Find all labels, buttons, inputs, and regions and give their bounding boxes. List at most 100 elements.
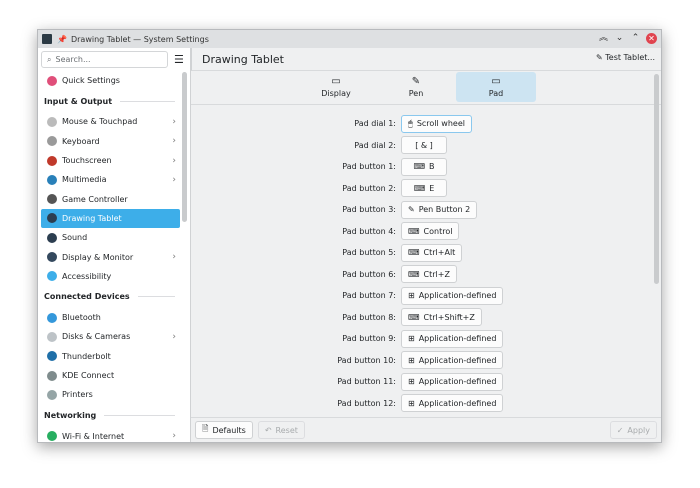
close-icon[interactable]: ✕ bbox=[646, 33, 657, 44]
mapping-button[interactable]: 🖱 Scroll wheel bbox=[401, 114, 472, 133]
mapping-button[interactable]: ⊞ Application-defined bbox=[401, 372, 504, 391]
sidebar-scrollbar[interactable] bbox=[182, 72, 187, 222]
test-tablet-button[interactable]: ✎ Test Tablet... bbox=[596, 53, 655, 62]
check-icon: ✓ bbox=[616, 425, 624, 435]
reset-button[interactable]: ↶ Reset bbox=[257, 421, 305, 439]
mapping-label: Pad button 11: bbox=[337, 377, 396, 387]
action-icon: ⊞ bbox=[408, 398, 415, 408]
mapping-button[interactable]: ⊞ Application-defined bbox=[401, 351, 504, 370]
sidebar-item-multimedia[interactable]: Multimedia › bbox=[41, 170, 180, 189]
mapping-value: Ctrl+Shift+Z bbox=[423, 312, 475, 322]
sidebar-item-sound[interactable]: Sound bbox=[41, 228, 180, 247]
sidebar-list: Quick Settings Input & Output Mouse & Touc… bbox=[38, 71, 183, 442]
defaults-button[interactable]: 🗎 Defaults bbox=[195, 421, 253, 439]
sidebar-item-label: Game Controller bbox=[62, 194, 128, 204]
sidebar-item-disks-cameras[interactable]: Disks & Cameras › bbox=[41, 327, 180, 346]
chevron-right-icon: › bbox=[172, 174, 176, 185]
action-icon: ⊞ bbox=[408, 377, 415, 387]
chevron-right-icon: › bbox=[172, 136, 176, 147]
mapping-button[interactable]: [ & ] bbox=[401, 136, 447, 155]
pad-mapping-list: Pad dial 1: 🖱 Scroll wheel Pad dial 2: [ & ]… bbox=[191, 113, 649, 414]
mapping-value: Ctrl+Alt bbox=[423, 248, 456, 258]
mapping-button[interactable]: ⌨ B bbox=[401, 157, 447, 176]
main-scrollbar[interactable] bbox=[654, 74, 659, 284]
sidebar-item-mouse-touchpad[interactable]: Mouse & Touchpad › bbox=[41, 112, 180, 131]
action-icon: ⌨ bbox=[408, 312, 420, 322]
tab-label: Pad bbox=[488, 89, 504, 98]
mapping-value: Application-defined bbox=[418, 334, 497, 344]
maximize-icon[interactable]: ⌃ bbox=[630, 33, 641, 44]
action-icon: ⊞ bbox=[408, 355, 415, 365]
display-icon: ▭ bbox=[331, 76, 341, 87]
sidebar-item-keyboard[interactable]: Keyboard › bbox=[41, 132, 180, 151]
mapping-row: Pad button 10: ⊞ Application-defined bbox=[191, 350, 649, 372]
mapping-label: Pad button 12: bbox=[337, 398, 396, 408]
mapping-value: Scroll wheel bbox=[416, 119, 465, 129]
sidebar-item-accessibility[interactable]: Accessibility bbox=[41, 267, 180, 286]
mapping-button[interactable]: ⌨ Control bbox=[401, 222, 460, 241]
mapping-value: E bbox=[429, 183, 435, 193]
action-icon: ⌨ bbox=[408, 226, 420, 236]
mapping-row: Pad dial 2: [ & ] bbox=[191, 135, 649, 157]
sidebar-item-wi-fi-internet[interactable]: Wi-Fi & Internet › bbox=[41, 426, 180, 442]
mapping-row: Pad button 12: ⊞ Application-defined bbox=[191, 393, 649, 415]
mapping-label: Pad dial 1: bbox=[354, 119, 396, 129]
mapping-row: Pad button 5: ⌨ Ctrl+Alt bbox=[191, 242, 649, 264]
touchscreen-icon bbox=[47, 155, 57, 166]
mapping-value: Application-defined bbox=[418, 398, 497, 408]
sidebar-item-label: Mouse & Touchpad bbox=[62, 117, 138, 127]
mapping-button[interactable]: ⌨ E bbox=[401, 179, 447, 198]
pin-icon[interactable]: 📌 bbox=[57, 35, 67, 44]
sidebar-item-game-controller[interactable]: Game Controller bbox=[41, 189, 180, 208]
section-header-input-output: Input & Output bbox=[38, 90, 183, 112]
sidebar-item-thunderbolt[interactable]: Thunderbolt bbox=[41, 347, 180, 366]
mapping-button[interactable]: ✎ Pen Button 2 bbox=[401, 200, 478, 219]
mapping-label: Pad button 9: bbox=[342, 334, 396, 344]
sidebar-item-touchscreen[interactable]: Touchscreen › bbox=[41, 151, 180, 170]
tab-bar: ▭ Display ✎ Pen ▭ Pad bbox=[191, 72, 661, 105]
mapping-label: Pad button 1: bbox=[342, 162, 396, 172]
test-tablet-label: Test Tablet... bbox=[605, 53, 655, 62]
mapping-row: Pad button 4: ⌨ Control bbox=[191, 221, 649, 243]
mapping-button[interactable]: ⊞ Application-defined bbox=[401, 329, 504, 348]
search-icon: ⌕ bbox=[47, 54, 52, 64]
display-monitor-icon bbox=[47, 252, 57, 263]
mapping-button[interactable]: ⌨ Ctrl+Alt bbox=[401, 243, 463, 262]
action-icon: ⌨ bbox=[408, 248, 420, 258]
sidebar-item-label: Bluetooth bbox=[62, 313, 101, 323]
chevron-right-icon: › bbox=[172, 155, 176, 166]
action-icon: ⊞ bbox=[408, 291, 415, 301]
mapping-label: Pad button 2: bbox=[342, 183, 396, 193]
app-icon bbox=[42, 34, 52, 44]
sidebar-item-label: Printers bbox=[62, 390, 93, 400]
sidebar-item-display-monitor[interactable]: Display & Monitor › bbox=[41, 247, 180, 266]
mapping-button[interactable]: ⌨ Ctrl+Shift+Z bbox=[401, 308, 482, 327]
main-panel: Drawing Tablet ✎ Test Tablet... ▭ Display… bbox=[191, 48, 661, 442]
tab-pad[interactable]: ▭ Pad bbox=[456, 72, 536, 102]
sidebar-item-printers[interactable]: Printers bbox=[41, 385, 180, 404]
tab-pen[interactable]: ✎ Pen bbox=[376, 72, 456, 102]
keep-above-icon[interactable]: ︽ bbox=[598, 33, 609, 44]
section-label: Input & Output bbox=[44, 96, 113, 106]
sidebar-item-kde-connect[interactable]: KDE Connect bbox=[41, 366, 180, 385]
sidebar-item-quick-settings[interactable]: Quick Settings bbox=[41, 71, 180, 90]
search-input[interactable]: ⌕ Search... bbox=[41, 51, 168, 68]
document-icon: 🗎 bbox=[202, 424, 209, 433]
mapping-button[interactable]: ⊞ Application-defined bbox=[401, 286, 504, 305]
mapping-button[interactable]: ⌨ Ctrl+Z bbox=[401, 265, 457, 284]
menu-icon[interactable]: ☰ bbox=[174, 53, 184, 66]
sidebar-item-bluetooth[interactable]: Bluetooth bbox=[41, 308, 180, 327]
defaults-label: Defaults bbox=[212, 425, 246, 435]
minimize-icon[interactable]: ⌄ bbox=[614, 33, 625, 44]
mapping-row: Pad button 1: ⌨ B bbox=[191, 156, 649, 178]
sidebar-item-drawing-tablet[interactable]: Drawing Tablet bbox=[41, 208, 180, 229]
chevron-right-icon: › bbox=[172, 252, 176, 263]
apply-button[interactable]: ✓ Apply bbox=[609, 421, 657, 439]
pad-icon: ▭ bbox=[491, 76, 501, 87]
bluetooth-icon bbox=[47, 312, 57, 323]
section-header-networking: Networking bbox=[38, 404, 183, 426]
page-title: Drawing Tablet bbox=[202, 52, 284, 66]
printers-icon bbox=[47, 389, 57, 400]
tab-display[interactable]: ▭ Display bbox=[296, 72, 376, 102]
mapping-button[interactable]: ⊞ Application-defined bbox=[401, 394, 504, 413]
